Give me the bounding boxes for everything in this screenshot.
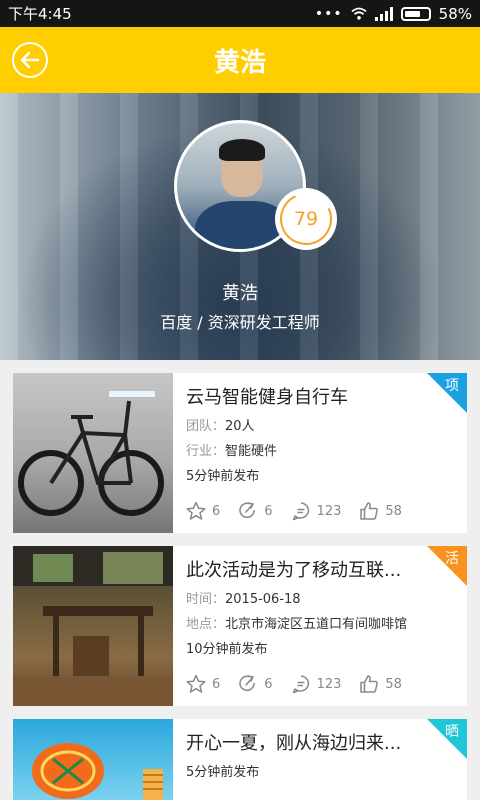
app-bar: 黄浩 — [0, 27, 480, 93]
posted-time: 10分钟前发布 — [186, 642, 268, 657]
comment-count: 123 — [316, 676, 342, 692]
beach-image — [32, 743, 163, 800]
like-button[interactable]: 58 — [359, 674, 402, 694]
share-count: 6 — [264, 676, 273, 692]
cafe-image — [13, 546, 173, 706]
feed-card-share[interactable]: 开心一夏，刚从海边归来... 5分钟前发布 晒 — [13, 719, 467, 800]
comment-icon — [292, 675, 309, 694]
meta-label: 行业： — [186, 444, 226, 459]
like-count: 58 — [385, 503, 402, 519]
comment-button[interactable]: 123 — [291, 501, 342, 521]
share-button[interactable]: 6 — [238, 501, 273, 521]
share-icon — [239, 502, 256, 519]
status-time: 下午4:45 — [8, 5, 72, 23]
status-bar: 下午4:45 ••• 58% — [0, 0, 480, 27]
star-count: 6 — [212, 503, 221, 519]
signal-icon — [374, 6, 393, 21]
comment-icon — [292, 502, 309, 521]
star-button[interactable]: 6 — [186, 674, 220, 694]
comment-button[interactable]: 123 — [291, 674, 342, 694]
back-button[interactable] — [12, 42, 48, 78]
feed-card-project[interactable]: 云马智能健身自行车 团队：20人 行业：智能硬件 5分钟前发布 6 6 123 … — [13, 373, 467, 533]
card-title: 开心一夏，刚从海边归来... — [186, 733, 402, 754]
status-icons: ••• 58% — [315, 5, 472, 23]
profile-job: 百度 / 资深研发工程师 — [160, 313, 320, 332]
meta-value: 20人 — [225, 419, 255, 434]
meta-label: 时间： — [186, 592, 226, 607]
profile-name: 黄浩 — [222, 283, 258, 304]
like-count: 58 — [385, 676, 402, 692]
category-tag-label: 活 — [445, 551, 459, 567]
feed-card-event[interactable]: 此次活动是为了移动互联... 时间：2015-06-18 地点：北京市海淀区五道… — [13, 546, 467, 706]
posted-time: 5分钟前发布 — [186, 469, 260, 484]
arrow-left-icon — [20, 51, 40, 69]
battery-percent: 58% — [438, 4, 472, 23]
share-icon — [239, 675, 256, 692]
star-icon — [186, 501, 206, 520]
card-thumbnail — [13, 719, 173, 800]
page-title: 黄浩 — [213, 47, 266, 78]
comment-count: 123 — [316, 503, 342, 519]
category-tag: 活 — [427, 546, 467, 586]
card-title: 云马智能健身自行车 — [186, 387, 348, 408]
card-stats: 6 6 123 58 — [186, 674, 420, 694]
star-count: 6 — [212, 676, 221, 692]
category-tag: 项 — [427, 373, 467, 413]
meta-value: 北京市海淀区五道口有间咖啡馆 — [225, 617, 408, 632]
like-button[interactable]: 58 — [359, 501, 402, 521]
category-tag-label: 项 — [445, 378, 459, 394]
meta-value: 智能硬件 — [225, 444, 278, 459]
share-button[interactable]: 6 — [238, 674, 273, 694]
posted-time: 5分钟前发布 — [186, 765, 260, 780]
meta-label: 地点： — [186, 617, 226, 632]
battery-icon — [400, 6, 431, 21]
bicycle-image — [18, 391, 164, 516]
thumbs-up-icon — [360, 675, 379, 693]
star-button[interactable]: 6 — [186, 501, 220, 521]
card-stats: 6 6 123 58 — [186, 501, 420, 521]
card-thumbnail — [13, 373, 173, 533]
category-tag-label: 晒 — [445, 724, 459, 740]
share-count: 6 — [264, 503, 273, 519]
category-tag: 晒 — [427, 719, 467, 759]
meta-label: 团队： — [186, 419, 226, 434]
meta-value: 2015-06-18 — [225, 592, 301, 607]
card-title: 此次活动是为了移动互联... — [186, 560, 402, 581]
score-badge: 79 — [272, 185, 340, 253]
more-dots-icon: ••• — [314, 5, 343, 22]
wifi-icon — [351, 7, 367, 20]
thumbs-up-icon — [360, 502, 379, 520]
profile-header: 79 黄浩 百度 / 资深研发工程师 — [0, 93, 480, 360]
card-thumbnail — [13, 546, 173, 706]
star-icon — [186, 674, 206, 693]
